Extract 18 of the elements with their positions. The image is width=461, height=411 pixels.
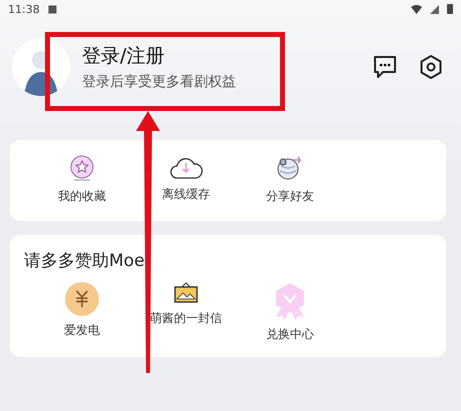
support-item[interactable]: 爱发电 [30,282,134,343]
shortcut-item[interactable]: 离线缓存 [134,154,238,205]
battery-icon [447,4,453,14]
picture-frame-icon [173,282,199,304]
shortcut-item[interactable]: 我的收藏 [30,154,134,205]
login-subtitle: 登录后享受更多看剧权益 [82,73,237,91]
shortcut-item[interactable]: 分享好友 [238,154,342,205]
status-time: 11:38 [8,2,40,16]
badge-icon [273,282,307,320]
signal-icon [430,4,439,14]
support-item[interactable]: 兑换中心 [238,282,342,343]
wifi-icon [411,4,422,14]
login-title[interactable]: 登录/注册 [82,43,353,69]
notification-icon [48,4,57,14]
yen-icon [65,282,99,316]
support-title: 请多多赞助Moe [23,250,146,273]
star-icon [69,154,95,182]
message-icon[interactable] [371,53,399,81]
